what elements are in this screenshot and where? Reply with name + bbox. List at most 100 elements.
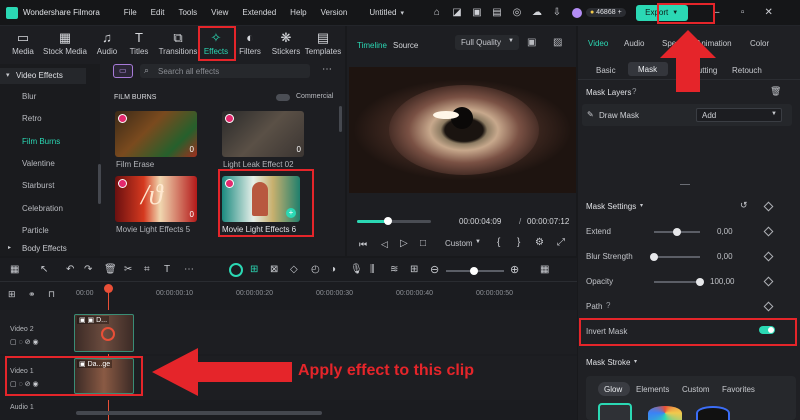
tab-timeline[interactable]: Timeline (357, 41, 387, 50)
keyframe-icon[interactable] (763, 301, 774, 312)
add-mask-select[interactable]: Add ▼ (696, 108, 782, 122)
tab-video[interactable]: Video (588, 39, 608, 48)
commercial-toggle[interactable] (276, 94, 290, 101)
category-particle[interactable]: Particle (22, 226, 49, 235)
filter-toggle-button[interactable]: ▭ (113, 64, 133, 78)
color-match-icon[interactable]: ◑ (330, 264, 336, 275)
layout-grid-icon[interactable]: ▦ (10, 264, 19, 275)
delete-icon[interactable]: 🗑 (104, 264, 117, 275)
blur-strength-slider-knob[interactable] (650, 253, 658, 261)
resize-handle[interactable] (680, 184, 690, 185)
redo-icon[interactable]: ↷ (84, 264, 92, 275)
step-back-icon[interactable]: ◁ (381, 239, 388, 250)
crop-icon[interactable]: ⌗ (144, 264, 150, 275)
text-icon[interactable]: T (164, 264, 170, 275)
timeline-settings-icon[interactable]: ▦ (540, 264, 549, 275)
timeline-zoom-knob[interactable] (470, 267, 478, 275)
tab-audio[interactable]: Audio (624, 39, 644, 48)
chevron-down-icon[interactable]: ▾ (640, 202, 643, 209)
opacity-value[interactable]: 100,00 (710, 277, 734, 286)
menu-tools[interactable]: Tools (178, 8, 197, 17)
add-track-icon[interactable]: ⊞ (8, 289, 16, 300)
trash-icon[interactable]: 🗑 (770, 86, 781, 97)
prev-frame-icon[interactable]: ⏮ (359, 239, 367, 250)
keyframe-icon[interactable] (763, 226, 774, 237)
menu-help[interactable]: Help (290, 8, 306, 17)
project-menu-chevron-icon[interactable]: ▾ (400, 9, 404, 17)
category-body-effects[interactable]: ▸ Body Effects (0, 240, 86, 256)
link-icon[interactable]: ⚭ (28, 289, 36, 300)
category-celebration[interactable]: Celebration (22, 204, 63, 213)
tab-titles[interactable]: T Titles (122, 30, 156, 56)
search-input[interactable]: ⌕ Search all effects (140, 64, 310, 78)
playhead-handle[interactable] (104, 284, 113, 293)
tab-media[interactable]: ▭ Media (6, 30, 40, 56)
help-icon[interactable]: ? (632, 87, 636, 96)
auto-highlight-icon[interactable]: ⊞ (250, 264, 258, 275)
fullscreen-icon[interactable]: ⤢ (557, 237, 565, 248)
playback-progress-track[interactable] (357, 217, 431, 225)
keyframe-icon[interactable] (763, 201, 774, 212)
tab-source[interactable]: Source (393, 41, 418, 50)
stroke-tab-glow[interactable]: Glow (598, 382, 630, 396)
select-arrow-icon[interactable]: ↖ (40, 264, 48, 275)
tab-filters[interactable]: ◐ Filters (233, 30, 267, 56)
audio-stretch-icon[interactable]: ≋ (390, 264, 398, 275)
avatar[interactable] (571, 7, 582, 18)
zoom-in-icon[interactable]: ⊕ (510, 263, 519, 276)
zoom-out-icon[interactable]: ⊖ (430, 263, 439, 276)
snapshot-icon[interactable]: ▣ (527, 37, 536, 48)
more-icon[interactable]: ⋯ (184, 264, 194, 275)
ai-assistant-icon[interactable] (229, 263, 243, 277)
quality-select[interactable]: Full Quality ▼ (455, 35, 519, 50)
stroke-preset-none[interactable] (598, 403, 632, 420)
stroke-preset-rainbow[interactable] (648, 406, 682, 420)
image-icon[interactable]: ▣ (470, 6, 484, 20)
blur-strength-slider[interactable] (654, 256, 700, 258)
blur-strength-value[interactable]: 0,00 (717, 252, 733, 261)
snap-icon[interactable]: ⊠ (270, 264, 278, 275)
support-icon[interactable]: ◎ (510, 6, 524, 20)
undo-icon[interactable]: ↶ (66, 264, 74, 275)
tab-transitions[interactable]: ⧉ Transitions (156, 30, 200, 56)
cloud-icon[interactable]: ☁ (530, 6, 544, 20)
marker-icon[interactable]: ◇ (290, 264, 298, 275)
stroke-tab-elements[interactable]: Elements (636, 385, 669, 394)
magnet-icon[interactable]: ⊓ (48, 289, 55, 300)
category-scrollbar[interactable] (98, 164, 101, 204)
tab-stock-media[interactable]: ▦ Stock Media (40, 30, 90, 56)
category-header[interactable]: ▾ Video Effects (0, 68, 86, 84)
menu-view[interactable]: View (211, 8, 228, 17)
opacity-slider-knob[interactable] (696, 278, 704, 286)
grid-view-icon[interactable]: ⊞ (410, 264, 418, 275)
download-icon[interactable]: ⇩ (550, 6, 564, 20)
settings-gear-icon[interactable]: ⚙ (535, 237, 544, 248)
zoom-select[interactable]: Custom ▼ (443, 237, 483, 251)
category-film-burns[interactable]: Film Burns (22, 137, 60, 146)
reset-icon[interactable]: ↺ (740, 200, 748, 211)
playhead-knob[interactable] (384, 217, 393, 225)
mark-in-icon[interactable]: { (497, 237, 500, 248)
tab-audio[interactable]: ♫ Audio (90, 30, 124, 56)
scissors-icon[interactable]: ✂ (124, 264, 132, 275)
draw-mask-row[interactable]: ✎ Draw Mask Add ▼ (582, 104, 792, 126)
effect-thumb-film-erase[interactable]: 0 (115, 111, 197, 157)
speed-icon[interactable]: ◴ (311, 264, 320, 275)
category-starburst[interactable]: Starburst (22, 181, 54, 190)
mark-out-icon[interactable]: } (517, 237, 520, 248)
save-icon[interactable]: ▤ (490, 6, 504, 20)
extend-slider-knob[interactable] (673, 228, 681, 236)
tab-templates[interactable]: ▤ Templates (303, 30, 343, 56)
category-retro[interactable]: Retro (22, 114, 42, 123)
audio-mixer-icon[interactable]: ⫼ (370, 264, 375, 275)
chevron-down-icon[interactable]: ▾ (634, 358, 637, 365)
menu-version[interactable]: Version (321, 8, 348, 17)
close-icon[interactable]: ✕ (762, 6, 776, 20)
help-icon[interactable]: ? (606, 301, 610, 310)
subtab-basic[interactable]: Basic (596, 66, 616, 75)
category-blur[interactable]: Blur (22, 92, 36, 101)
mic-icon[interactable]: 🎙 (350, 264, 363, 275)
clip-video-2[interactable]: ▣ ▣ D... (74, 314, 134, 352)
extend-value[interactable]: 0,00 (717, 227, 733, 236)
video-frame[interactable] (349, 67, 576, 193)
